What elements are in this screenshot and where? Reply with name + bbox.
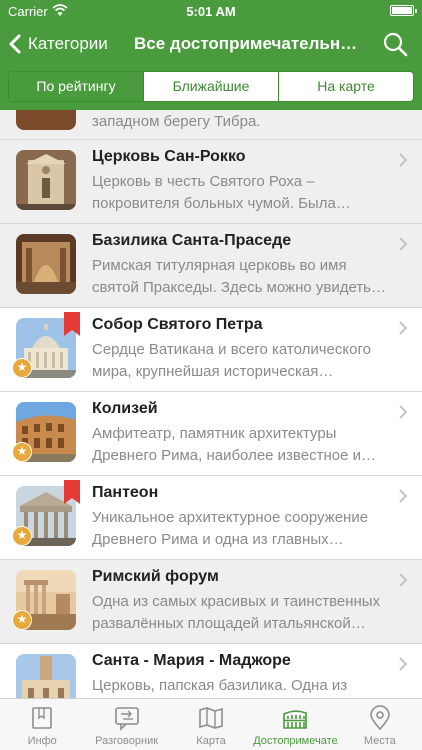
segment-by-rating[interactable]: По рейтингу <box>9 72 143 101</box>
bookmark-ribbon-icon <box>64 480 80 504</box>
tab-label: Разговорник <box>95 735 159 747</box>
attraction-thumbnail <box>16 654 76 698</box>
chevron-right-icon <box>399 405 408 419</box>
tab-bar: Инфо Разговорник Карта Достопримечательн… <box>0 698 422 750</box>
attraction-thumbnail <box>16 234 76 294</box>
star-badge-icon: ★ <box>12 526 32 546</box>
attraction-thumbnail <box>16 150 76 210</box>
list-item-description: Уникальное архитектурное сооружение Древ… <box>92 509 369 548</box>
star-badge-icon: ★ <box>12 442 32 462</box>
list-item-title: Базилика Санта-Праседе <box>92 232 292 249</box>
tab-phrasebook[interactable]: Разговорник <box>84 699 168 750</box>
speech-bubbles-icon <box>114 707 139 731</box>
list-item-description: Римская титулярная церковь во имя святой… <box>92 257 387 296</box>
chevron-right-icon <box>399 321 408 335</box>
list-item[interactable]: Церковь Сан-Рокко Церковь в честь Святог… <box>0 140 422 224</box>
back-button[interactable]: Категории <box>6 22 108 66</box>
navigation-bar: Категории Все достопримечательности <box>0 22 422 66</box>
tab-label: Карта <box>196 735 226 747</box>
list-item-description: Одна из самых красивых и таинственных ра… <box>92 593 381 632</box>
bookmark-ribbon-icon <box>64 312 80 336</box>
tab-sights[interactable]: Достопримечательности <box>253 699 338 750</box>
tab-map[interactable]: Карта <box>169 699 253 750</box>
chevron-left-icon <box>9 34 21 54</box>
segment-on-map[interactable]: На карте <box>278 72 413 101</box>
star-badge-icon: ★ <box>12 610 32 630</box>
battery-icon <box>390 5 417 16</box>
list-item-description: Церковь в честь Святого Роха – покровите… <box>92 173 351 212</box>
segment-bar: По рейтингу Ближайшие На карте <box>0 66 422 110</box>
list-item[interactable]: Базилика Санта-Праседе Римская титулярна… <box>0 224 422 308</box>
status-bar: Carrier 5:01 AM <box>0 0 422 22</box>
list-item[interactable]: ★ Собор Святого Петра Сердце Ватикана и … <box>0 308 422 392</box>
list-item-title: Санта - Мария - Маджоре <box>92 652 291 669</box>
list-item-title: Колизей <box>92 400 158 417</box>
segment-nearest[interactable]: Ближайшие <box>143 72 278 101</box>
chevron-right-icon <box>399 237 408 251</box>
list-item-title: Римский форум <box>92 568 219 585</box>
page-title: Все достопримечательности <box>134 34 362 53</box>
tab-places[interactable]: Места <box>338 699 422 750</box>
sort-segmented-control: По рейтингу Ближайшие На карте <box>8 71 414 102</box>
list-item-description: западном берегу Тибра. <box>92 113 261 130</box>
list-item-description: Сердце Ватикана и всего католического ми… <box>92 341 371 380</box>
chevron-right-icon <box>399 489 408 503</box>
attraction-thumbnail <box>16 110 76 130</box>
chevron-right-icon <box>399 573 408 587</box>
map-icon <box>199 707 223 729</box>
list-item-title: Собор Святого Петра <box>92 316 263 333</box>
colosseum-icon <box>283 710 308 729</box>
chevron-right-icon <box>399 657 408 671</box>
list-item[interactable]: западном берегу Тибра. <box>0 110 422 140</box>
chevron-right-icon <box>399 153 408 167</box>
status-time: 5:01 AM <box>186 4 236 19</box>
list-item-description: Амфитеатр, памятник архитектуры Древнего… <box>92 425 376 464</box>
list-item-title: Церковь Сан-Рокко <box>92 148 246 165</box>
back-button-label: Категории <box>28 34 108 53</box>
tab-label: Места <box>363 735 396 747</box>
list-item[interactable]: Санта - Мария - Маджоре Церковь, папская… <box>0 644 422 698</box>
list-item-title: Пантеон <box>92 484 159 501</box>
attractions-list[interactable]: западном берегу Тибра. Церковь Сан-Рокко… <box>0 110 422 698</box>
search-icon[interactable] <box>382 31 408 57</box>
tab-info[interactable]: Инфо <box>0 699 84 750</box>
star-badge-icon: ★ <box>12 358 32 378</box>
list-item[interactable]: ★ Колизей Амфитеатр, памятник архитектур… <box>0 392 422 476</box>
list-item-description: Церковь, папская базилика. Одна из <box>92 677 348 694</box>
tab-label: Инфо <box>27 735 57 747</box>
list-item[interactable]: ★ Пантеон Уникальное архитектурное соору… <box>0 476 422 560</box>
list-item[interactable]: ★ Римский форум Одна из самых красивых и… <box>0 560 422 644</box>
location-pin-icon <box>370 705 390 731</box>
book-icon <box>32 707 53 729</box>
tab-label: Достопримечательности <box>253 735 338 747</box>
